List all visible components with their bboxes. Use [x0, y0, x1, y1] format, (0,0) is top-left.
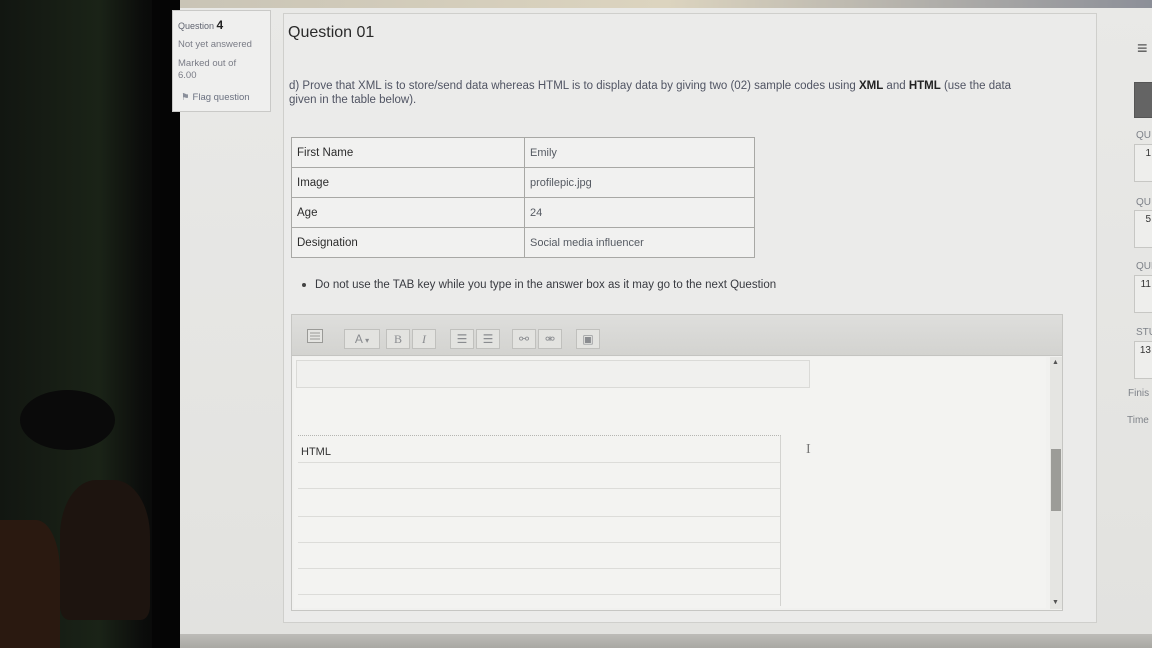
background-object: [20, 390, 115, 450]
nav-label: QU: [1136, 197, 1151, 208]
table-value: profilepic.jpg: [524, 167, 755, 198]
nav-label: STU: [1136, 327, 1152, 338]
font-size-icon: A: [354, 332, 363, 346]
nav-question-number: 5: [1145, 214, 1151, 225]
marks-info: Marked out of 6.00: [178, 58, 236, 82]
italic-button[interactable]: I: [412, 329, 436, 349]
nav-question-button[interactable]: 11: [1134, 275, 1152, 313]
divider: [298, 542, 780, 543]
chevron-down-icon: ▾: [362, 336, 370, 345]
marked-value: 6.00: [178, 70, 197, 81]
flag-icon: ⚑: [181, 92, 190, 103]
answer-editor: A ▾ B I ☰ ☰ ⚯ ⚮ ▣ I HTML ▲ ▼: [291, 314, 1063, 611]
marked-label: Marked out of: [178, 58, 237, 69]
scroll-thumb[interactable]: [1051, 449, 1061, 511]
nav-question-number: 1: [1145, 148, 1151, 159]
ordered-list-icon: ☰: [482, 332, 494, 346]
editor-first-line: [296, 360, 810, 388]
question-text-part: d) Prove that XML is to store/send data …: [289, 80, 859, 92]
table-value: Social media influencer: [524, 227, 755, 258]
nav-label: QUE: [1136, 261, 1152, 272]
table-row: Designation Social media influencer: [291, 227, 755, 258]
editor-toolbar: A ▾ B I ☰ ☰ ⚯ ⚮ ▣: [292, 315, 1062, 356]
scroll-down-icon[interactable]: ▼: [1052, 599, 1059, 606]
note-text: Do not use the TAB key while you type in…: [315, 279, 777, 291]
table-row: Age 24: [291, 197, 755, 228]
divider: [298, 488, 780, 489]
question-number-value: 4: [216, 18, 224, 32]
table-key: First Name: [291, 137, 525, 168]
unlink-button[interactable]: ⚮: [538, 329, 562, 349]
question-text-xml: XML: [858, 80, 884, 92]
unordered-list-icon: ☰: [456, 332, 468, 346]
font-size-button[interactable]: A ▾: [344, 329, 380, 349]
background-object: [0, 520, 60, 648]
table-value: Emily: [524, 137, 755, 168]
nav-block[interactable]: [1134, 82, 1152, 118]
editor-scrollbar[interactable]: ▲ ▼: [1050, 357, 1062, 609]
text-cursor-icon: I: [806, 442, 811, 457]
tab-key-note: Do not use the TAB key while you type in…: [302, 279, 776, 291]
bullet-icon: [302, 282, 306, 287]
image-icon: ▣: [582, 332, 594, 346]
question-text-line2: given in the table below).: [289, 94, 417, 106]
question-prefix: Question: [178, 21, 215, 31]
html-section: HTML: [298, 435, 781, 606]
nav-question-number: 11: [1140, 279, 1151, 290]
flag-label: Flag question: [192, 92, 250, 103]
question-text-html: HTML: [908, 80, 941, 92]
menu-icon[interactable]: ≡: [1137, 38, 1148, 59]
html-label: HTML: [301, 446, 331, 458]
link-icon: ⚯: [518, 332, 530, 346]
nav-label: QU: [1136, 130, 1151, 141]
background-object: [60, 480, 150, 620]
nav-question-number: 13: [1139, 345, 1151, 356]
nav-question-button[interactable]: 1: [1134, 144, 1152, 182]
table-key: Designation: [291, 227, 525, 258]
question-text-part: and: [883, 80, 909, 92]
flag-question-button[interactable]: ⚑ Flag question: [181, 92, 250, 103]
table-key: Age: [291, 197, 525, 228]
question-title: Question 01: [288, 24, 375, 41]
nav-question-button[interactable]: 13: [1134, 341, 1152, 379]
toolbar-toggle-icon[interactable]: [307, 329, 323, 347]
divider: [298, 594, 780, 595]
divider: [298, 516, 780, 517]
question-text-part: (use the data: [940, 80, 1012, 92]
bold-button[interactable]: B: [386, 329, 410, 349]
table-value: 24: [524, 197, 755, 228]
unlink-icon: ⚮: [544, 332, 556, 346]
ordered-list-button[interactable]: ☰: [476, 329, 500, 349]
finish-attempt-link[interactable]: Finis: [1128, 388, 1149, 399]
divider: [298, 568, 780, 569]
question-content: Question 01 d) Prove that XML is to stor…: [283, 13, 1097, 623]
nav-question-button[interactable]: 5: [1134, 210, 1152, 248]
scroll-up-icon[interactable]: ▲: [1052, 359, 1059, 366]
quiz-navigation: ≡ QU 1 QU 5 QUE 11 STU 13 Finis Time: [1125, 10, 1152, 630]
data-table: First Name Emily Image profilepic.jpg Ag…: [291, 137, 755, 258]
time-left-label: Time: [1127, 415, 1149, 426]
top-bar: [180, 0, 1152, 8]
bottom-bar: [180, 634, 1152, 648]
table-row: First Name Emily: [291, 137, 755, 168]
divider: [298, 462, 780, 463]
question-text: d) Prove that XML is to store/send data …: [289, 79, 1079, 107]
link-button[interactable]: ⚯: [512, 329, 536, 349]
answer-text-area[interactable]: I HTML: [294, 357, 1046, 608]
table-row: Image profilepic.jpg: [291, 167, 755, 198]
question-number: Question 4: [178, 18, 223, 32]
unordered-list-button[interactable]: ☰: [450, 329, 474, 349]
insert-image-button[interactable]: ▣: [576, 329, 600, 349]
answer-status: Not yet answered: [178, 39, 252, 50]
table-key: Image: [291, 167, 525, 198]
question-info-box: Question 4 Not yet answered Marked out o…: [172, 10, 271, 112]
